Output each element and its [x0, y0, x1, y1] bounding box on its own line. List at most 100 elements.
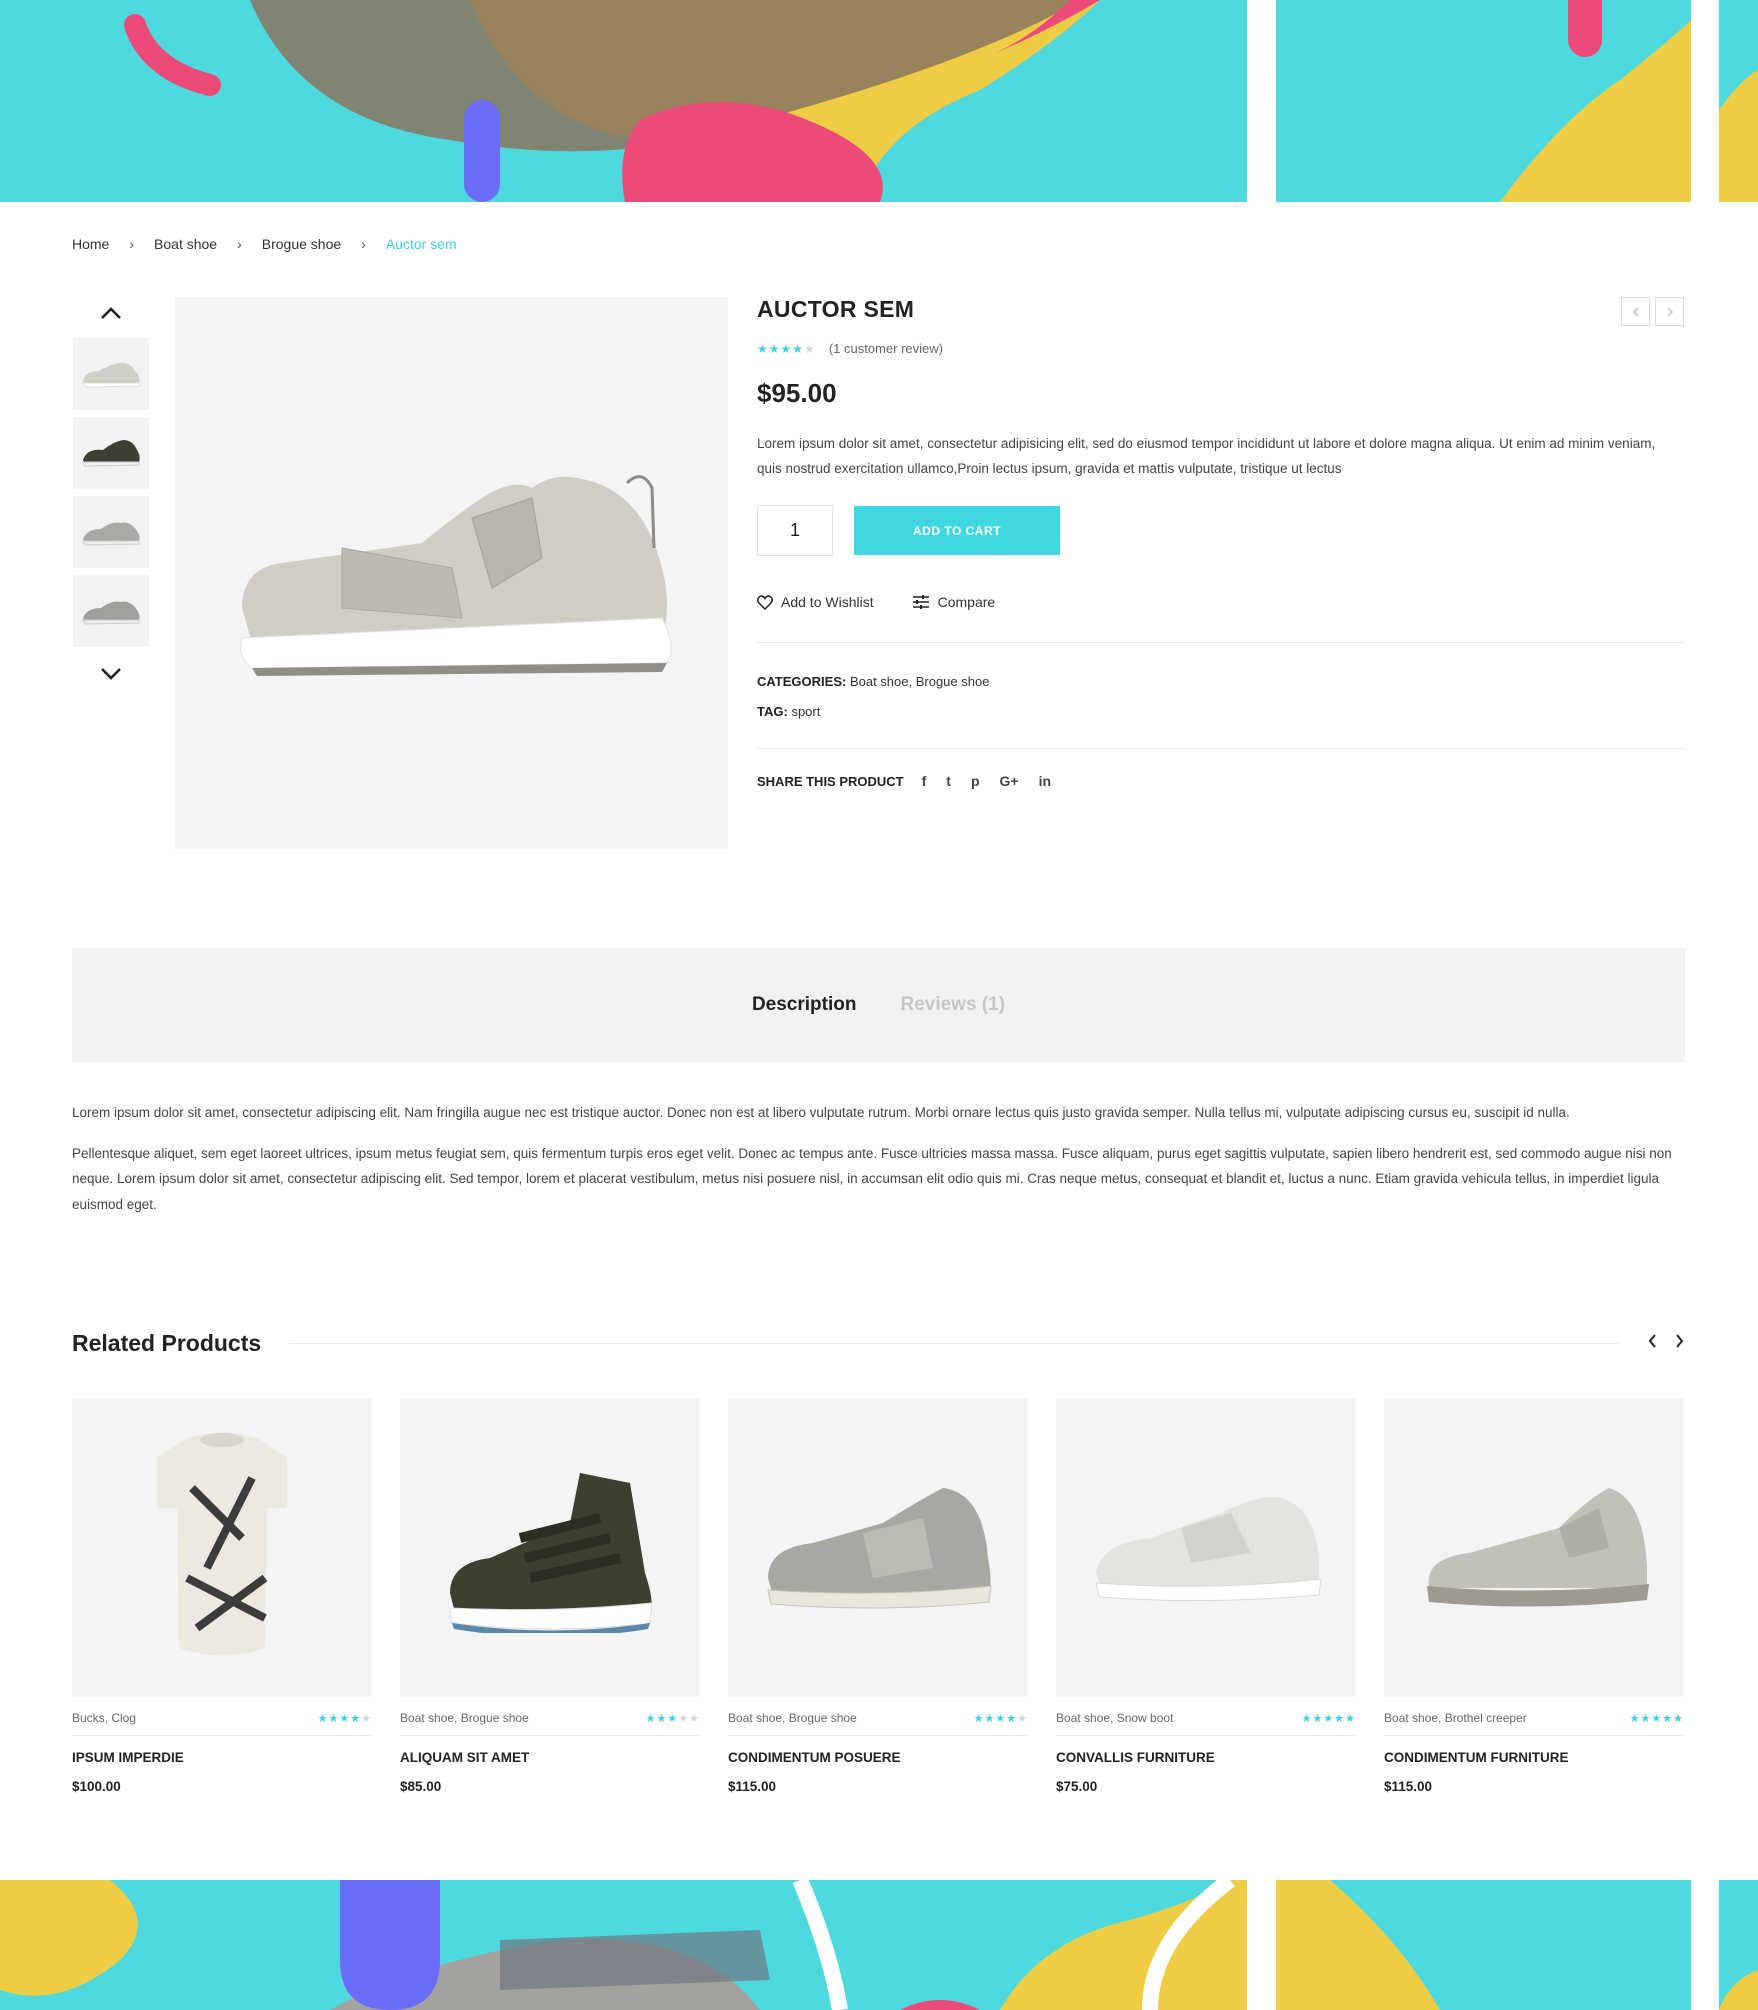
tag-value[interactable]: sport [791, 704, 820, 719]
product-card-image[interactable] [1384, 1398, 1683, 1697]
product-card: Boat shoe, Brogue shoe ★ ★ ★ ★ ★ ALIQUAM SIT… [400, 1398, 699, 1794]
product-card-meta: Boat shoe, Brogue shoe ★ ★ ★ ★ ★ [400, 1711, 699, 1736]
white-sneaker-image [1094, 1496, 1322, 1601]
thumbnail-4[interactable] [73, 575, 149, 647]
sneaker-thumbnail-image [82, 362, 140, 388]
product-card-stars: ★ ★ ★ ★ ★ [646, 1712, 699, 1725]
breadcrumb-boat-shoe[interactable]: Boat shoe [154, 236, 217, 252]
tag-row: TAG: sport [757, 697, 1685, 727]
divider [757, 642, 1685, 643]
linkedin-icon[interactable]: in [1039, 773, 1051, 789]
product-card: Boat shoe, Brothel creeper ★ ★ ★ ★ ★ CONDIME… [1384, 1398, 1683, 1794]
star-filled-icon: ★ [995, 1712, 1006, 1725]
sneaker-thumbnail-image [82, 440, 140, 467]
star-filled-icon: ★ [317, 1712, 328, 1725]
thumbnail-3[interactable] [73, 496, 149, 568]
description-paragraph: Pellentesque aliquet, sem eget laoreet u… [72, 1145, 1672, 1212]
product-card-categories[interactable]: Boat shoe, Brogue shoe [728, 1711, 857, 1725]
quantity-input[interactable]: 1 [757, 505, 833, 556]
chevron-left-icon [1648, 1334, 1656, 1348]
star-filled-icon: ★ [656, 1712, 667, 1725]
related-carousel-controls [1647, 1333, 1685, 1354]
slip-on-sneaker-image [1426, 1487, 1649, 1607]
gallery-down-button[interactable] [72, 657, 150, 691]
product-card-categories[interactable]: Boat shoe, Brothel creeper [1384, 1711, 1527, 1725]
star-filled-icon: ★ [1301, 1712, 1312, 1725]
related-products-title: Related Products [72, 1330, 262, 1356]
breadcrumb-home[interactable]: Home [72, 236, 109, 252]
gallery-up-button[interactable] [72, 296, 150, 330]
product-card-price: $115.00 [1384, 1779, 1433, 1794]
add-to-cart-button[interactable]: ADD TO CART [854, 506, 1060, 555]
product-card-price: $115.00 [728, 1779, 777, 1794]
product-card-image[interactable] [728, 1398, 1027, 1697]
breadcrumb-brogue-shoe[interactable]: Brogue shoe [262, 236, 341, 252]
chevron-down-icon [101, 668, 121, 680]
star-filled-icon: ★ [1662, 1712, 1673, 1725]
breadcrumb-current: Auctor sem [385, 236, 457, 252]
product-card-meta: Boat shoe, Snow boot ★ ★ ★ ★ ★ [1056, 1711, 1355, 1736]
star-filled-icon: ★ [780, 341, 792, 356]
categories-label: CATEGORIES: [757, 674, 847, 689]
thumbnail-1[interactable] [73, 338, 149, 410]
star-filled-icon: ★ [350, 1712, 361, 1725]
categories-row: CATEGORIES: Boat shoe, Brogue shoe [757, 667, 1685, 697]
star-empty-icon: ★ [689, 1712, 699, 1725]
share-label: SHARE THIS PRODUCT [757, 773, 904, 789]
product-card-stars: ★ ★ ★ ★ ★ [1630, 1712, 1683, 1725]
related-prev-button[interactable] [1647, 1333, 1657, 1354]
star-empty-icon: ★ [804, 341, 815, 356]
product-summary: AUCTOR SEM ★ ★ ★ ★ ★ (1 customer review) $95… [757, 296, 1685, 789]
description-paragraph: Lorem ipsum dolor sit amet, consectetur … [72, 1105, 1570, 1120]
categories-value[interactable]: Boat shoe, Brogue shoe [850, 674, 990, 689]
thumbnail-2[interactable] [73, 417, 149, 489]
product-card-image[interactable] [400, 1398, 699, 1697]
product-card-name[interactable]: ALIQUAM SIT AMET [400, 1750, 699, 1765]
product-card-name[interactable]: CONDIMENTUM POSUERE [728, 1750, 1027, 1765]
related-next-button[interactable] [1675, 1333, 1685, 1354]
product-card-categories[interactable]: Boat shoe, Brogue shoe [400, 1711, 529, 1725]
tab-reviews[interactable]: Reviews (1) [900, 994, 1005, 1016]
star-filled-icon: ★ [984, 1712, 995, 1725]
top-banner [0, 0, 1758, 202]
google-plus-icon[interactable]: G+ [1000, 773, 1019, 789]
product-card-stars: ★ ★ ★ ★ ★ [318, 1712, 371, 1725]
breadcrumb-separator: › [129, 236, 135, 252]
product-card-price: $75.00 [1056, 1779, 1098, 1794]
sneaker-main-image [239, 475, 671, 676]
short-description: Lorem ipsum dolor sit amet, consectetur … [757, 436, 1656, 476]
sneaker-thumbnail-image [82, 522, 140, 546]
product-card-image[interactable] [1056, 1398, 1355, 1697]
compare-button[interactable]: Compare [912, 594, 996, 610]
facebook-icon[interactable]: f [922, 773, 927, 789]
knit-sneaker-image [766, 1487, 992, 1609]
product-rating: ★ ★ ★ ★ ★ (1 customer review) [757, 341, 1685, 356]
star-filled-icon: ★ [339, 1712, 350, 1725]
product-card-categories[interactable]: Boat shoe, Snow boot [1056, 1711, 1173, 1725]
main-product-image[interactable] [175, 297, 728, 849]
product-card: Boat shoe, Brogue shoe ★ ★ ★ ★ ★ CONDIMENTUM… [728, 1398, 1027, 1794]
review-count-link[interactable]: (1 customer review) [829, 341, 943, 356]
wishlist-label: Add to Wishlist [781, 594, 874, 610]
product-card-name[interactable]: IPSUM IMPERDIE [72, 1750, 371, 1765]
twitter-icon[interactable]: t [946, 773, 951, 789]
product-tabs: Description Reviews (1) [72, 948, 1685, 1062]
pinterest-icon[interactable]: p [971, 773, 980, 789]
product-card-name[interactable]: CONVALLIS FURNITURE [1056, 1750, 1355, 1765]
product-card-categories[interactable]: Bucks, Clog [72, 1711, 136, 1725]
product-meta: CATEGORIES: Boat shoe, Brogue shoe TAG: … [757, 667, 1685, 727]
product-card: Bucks, Clog ★ ★ ★ ★ ★ IPSUM IMPERDIE $100.00 [72, 1398, 371, 1794]
star-filled-icon: ★ [645, 1712, 656, 1725]
product-card-meta: Boat shoe, Brothel creeper ★ ★ ★ ★ ★ [1384, 1711, 1683, 1736]
tab-description[interactable]: Description [752, 994, 857, 1016]
product-card-stars: ★ ★ ★ ★ ★ [974, 1712, 1027, 1725]
product-card-stars: ★ ★ ★ ★ ★ [1302, 1712, 1355, 1725]
add-to-wishlist-button[interactable]: Add to Wishlist [757, 594, 874, 610]
product-card-name[interactable]: CONDIMENTUM FURNITURE [1384, 1750, 1683, 1765]
compare-label: Compare [937, 594, 996, 610]
star-filled-icon: ★ [792, 341, 804, 356]
product-card-image[interactable] [72, 1398, 371, 1697]
product-title: AUCTOR SEM [757, 296, 915, 322]
star-filled-icon: ★ [1629, 1712, 1640, 1725]
star-filled-icon: ★ [768, 341, 780, 356]
